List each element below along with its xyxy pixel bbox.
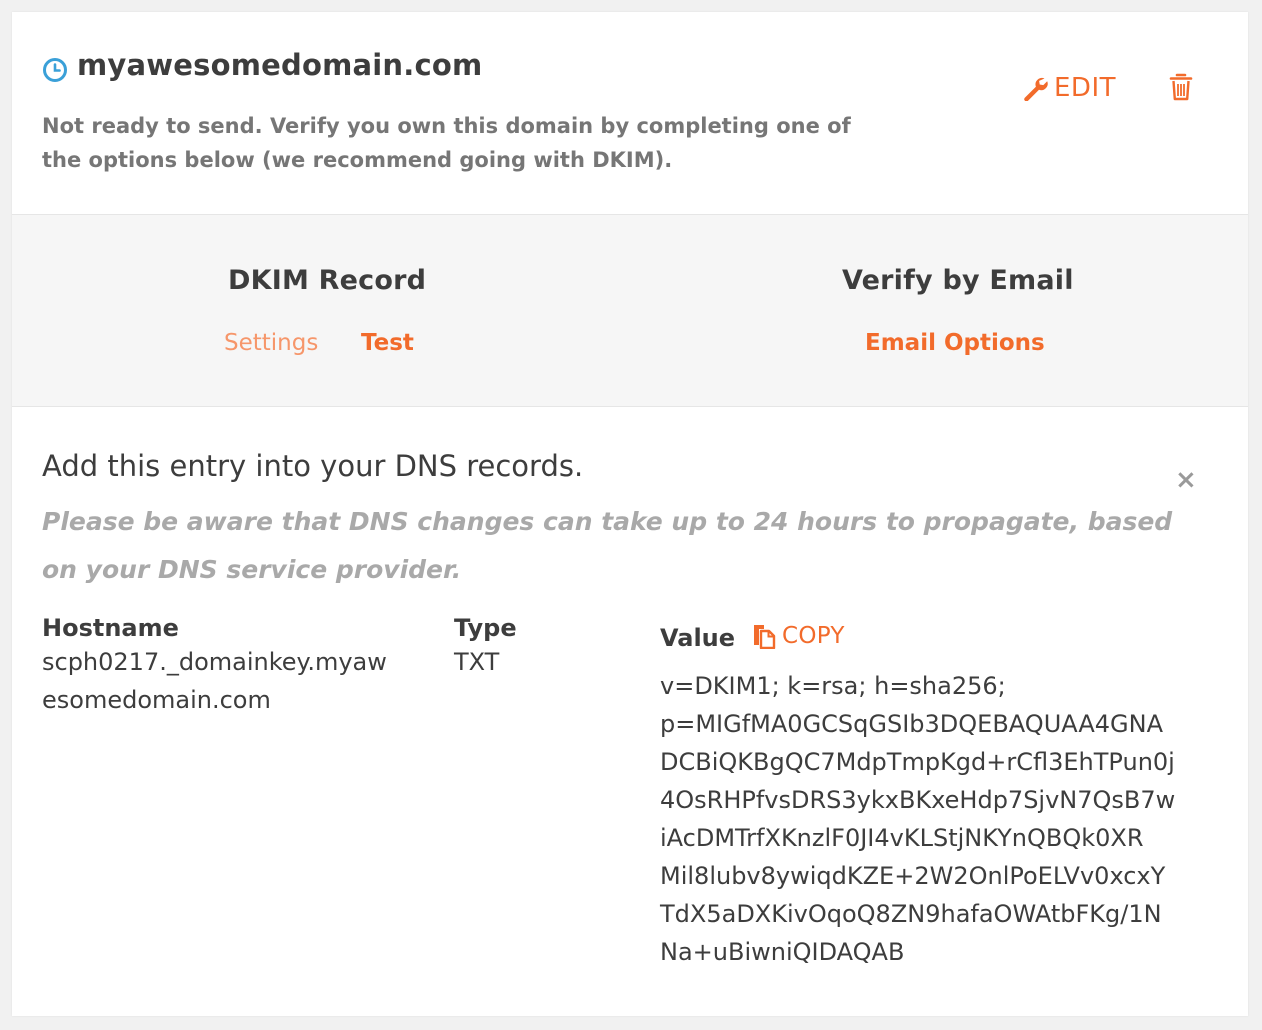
record-value-line: TdX5aDXKivOqoQ8ZN9hafaOWAtbFKg/1N — [660, 900, 1162, 928]
dkim-record-title: DKIM Record — [228, 265, 427, 296]
status-text: Not ready to send. Verify you own this d… — [42, 114, 851, 172]
dns-instructions-panel: Add this entry into your DNS records. × … — [12, 407, 1248, 1016]
copy-icon — [754, 625, 776, 649]
verify-by-email-title: Verify by Email — [842, 265, 1074, 296]
verification-methods: DKIM Record Settings Test Verify by Emai… — [12, 215, 1248, 407]
record-value-line: iAcDMTrfXKnzlF0JI4vKLStjNKYnQBQk0XR — [660, 824, 1144, 852]
clock-icon — [43, 58, 67, 82]
domain-header: myawesomedomain.com Not ready to send. V… — [12, 12, 1248, 215]
tab-email-options[interactable]: Email Options — [865, 330, 1045, 356]
wrench-icon — [1024, 78, 1048, 101]
record-value-line: v=DKIM1; k=rsa; h=sha256; — [660, 672, 1006, 700]
record-value-line: 4OsRHPfvsDRS3ykxBKxeHdp7SjvN7QsB7w — [660, 786, 1176, 814]
tab-test[interactable]: Test — [361, 330, 414, 356]
dns-propagation-note: Please be aware that DNS changes can tak… — [42, 507, 1173, 584]
close-icon[interactable]: × — [1175, 467, 1197, 493]
edit-label: EDIT — [1054, 73, 1116, 103]
trash-icon[interactable] — [1168, 72, 1194, 102]
dns-panel-title: Add this entry into your DNS records. — [42, 449, 584, 483]
hostname-column-header: Hostname — [42, 614, 179, 642]
type-value: TXT — [454, 648, 500, 676]
type-column-header: Type — [454, 614, 517, 642]
edit-button[interactable]: EDIT — [1022, 68, 1116, 108]
copy-button[interactable]: COPY — [752, 623, 845, 649]
record-value-line: p=MIGfMA0GCSqGSIb3DQEBAQUAA4GNA — [660, 710, 1164, 738]
record-value-line: Mil8lubv8ywiqdKZE+2W2OnlPoELVv0xcxY — [660, 862, 1166, 890]
domain-name: myawesomedomain.com — [77, 48, 483, 82]
record-value: v=DKIM1; k=rsa; h=sha256; p=MIGfMA0GCSqG… — [660, 667, 1220, 971]
tab-settings[interactable]: Settings — [224, 330, 318, 356]
copy-label: COPY — [782, 623, 845, 649]
record-value-line: Na+uBiwniQIDAQAB — [660, 938, 905, 966]
hostname-value: scph0217._domainkey.myawesomedomain.com — [42, 648, 387, 714]
record-value-line: DCBiQKBgQC7MdpTmpKgd+rCfl3EhTPun0j — [660, 748, 1175, 776]
value-column-header: Value — [660, 624, 736, 652]
domain-card: myawesomedomain.com Not ready to send. V… — [12, 12, 1248, 1016]
